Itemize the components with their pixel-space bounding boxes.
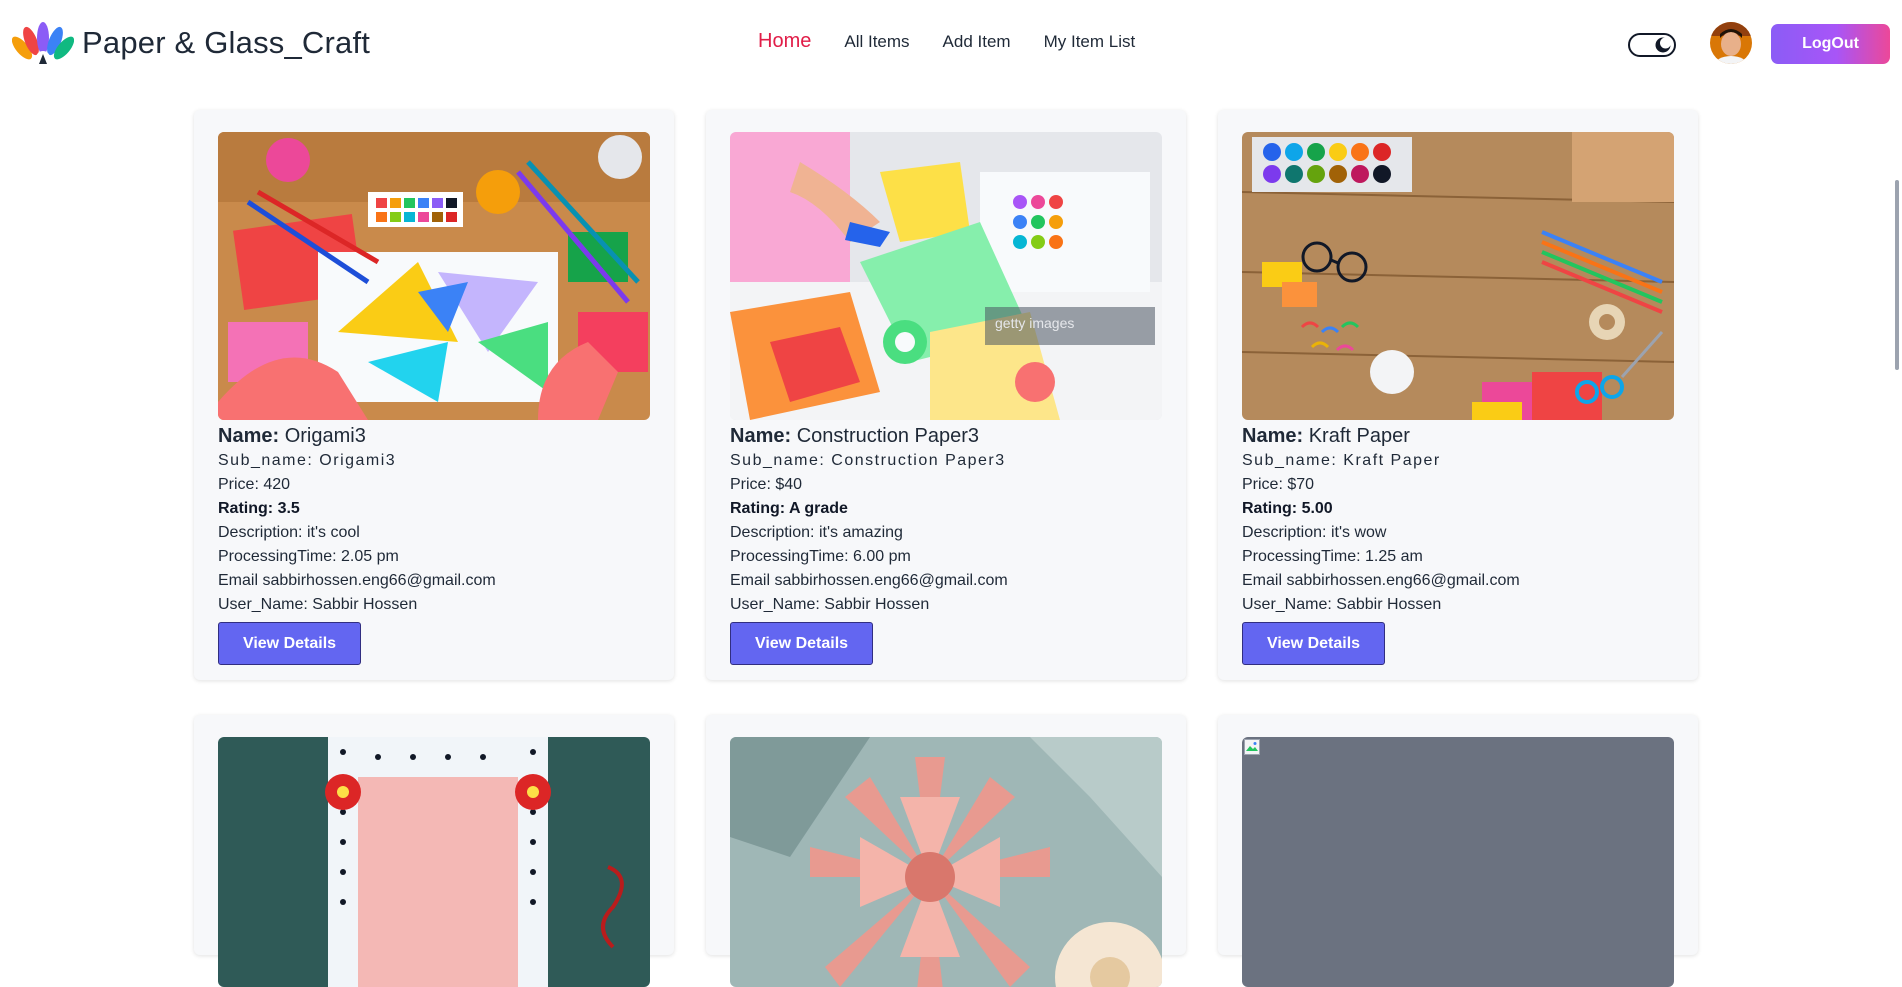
item-card: Name: Kraft Paper Sub_name: Kraft Paper …	[1218, 110, 1698, 680]
item-user-name: User_Name: Sabbir Hossen	[218, 596, 418, 613]
svg-text:getty images: getty images	[995, 315, 1074, 331]
item-processing-time: ProcessingTime: 2.05 pm	[218, 548, 399, 565]
user-avatar[interactable]	[1710, 22, 1752, 64]
item-card	[706, 715, 1186, 987]
item-description: Description: it's amazing	[730, 524, 903, 541]
item-details: Name: Origami3 Sub_name: Origami3 Price:…	[218, 423, 650, 665]
view-details-button[interactable]: View Details	[1242, 622, 1385, 665]
main-nav: Home All Items Add Item My Item List	[758, 30, 1168, 53]
theme-toggle[interactable]	[1628, 33, 1676, 57]
broken-image-icon	[1244, 739, 1260, 755]
avatar-photo	[1710, 22, 1752, 64]
item-sub-name: Sub_name: Construction Paper3	[730, 452, 1006, 469]
nav-all-items[interactable]: All Items	[844, 32, 909, 52]
item-user-name: User_Name: Sabbir Hossen	[1242, 596, 1442, 613]
item-price: Price: $70	[1242, 476, 1315, 493]
item-card: Name: Origami3 Sub_name: Origami3 Price:…	[194, 110, 674, 680]
item-image	[218, 737, 650, 987]
item-card	[1218, 715, 1698, 987]
item-image	[1242, 132, 1674, 420]
scrollbar[interactable]	[1895, 180, 1899, 370]
item-image-broken	[1242, 737, 1674, 987]
nav-my-item-list[interactable]: My Item List	[1044, 32, 1136, 52]
item-card: getty images Name: Construction Paper3 S…	[706, 110, 1186, 680]
item-price: Price: $40	[730, 476, 803, 493]
item-email: Email sabbirhossen.eng66@gmail.com	[218, 572, 496, 589]
item-rating: Rating: 3.5	[218, 500, 300, 517]
item-description: Description: it's wow	[1242, 524, 1387, 541]
navbar: Paper & Glass_Craft Home All Items Add I…	[0, 0, 1902, 90]
item-description: Description: it's cool	[218, 524, 360, 541]
view-details-button[interactable]: View Details	[218, 622, 361, 665]
peacock-logo-icon	[12, 22, 74, 65]
item-image	[218, 132, 650, 420]
nav-add-item[interactable]: Add Item	[943, 32, 1011, 52]
logout-button[interactable]: LogOut	[1771, 24, 1890, 64]
item-card	[194, 715, 674, 987]
moon-icon	[1655, 37, 1671, 53]
item-name: Name: Kraft Paper	[1242, 425, 1410, 447]
item-name: Name: Origami3	[218, 425, 366, 447]
item-processing-time: ProcessingTime: 1.25 am	[1242, 548, 1423, 565]
nav-home[interactable]: Home	[758, 30, 811, 53]
brand-name: Paper & Glass_Craft	[82, 25, 371, 60]
item-image: getty images	[730, 132, 1162, 420]
item-processing-time: ProcessingTime: 6.00 pm	[730, 548, 911, 565]
item-rating: Rating: A grade	[730, 500, 848, 517]
item-rating: Rating: 5.00	[1242, 500, 1333, 517]
item-details: Name: Kraft Paper Sub_name: Kraft Paper …	[1242, 423, 1674, 665]
item-details: Name: Construction Paper3 Sub_name: Cons…	[730, 423, 1162, 665]
brand[interactable]: Paper & Glass_Craft	[12, 20, 370, 66]
item-image	[730, 737, 1162, 987]
item-email: Email sabbirhossen.eng66@gmail.com	[1242, 572, 1520, 589]
item-email: Email sabbirhossen.eng66@gmail.com	[730, 572, 1008, 589]
item-sub-name: Sub_name: Kraft Paper	[1242, 452, 1441, 469]
item-name: Name: Construction Paper3	[730, 425, 980, 447]
item-sub-name: Sub_name: Origami3	[218, 452, 397, 469]
item-user-name: User_Name: Sabbir Hossen	[730, 596, 930, 613]
view-details-button[interactable]: View Details	[730, 622, 873, 665]
item-price: Price: 420	[218, 476, 291, 493]
